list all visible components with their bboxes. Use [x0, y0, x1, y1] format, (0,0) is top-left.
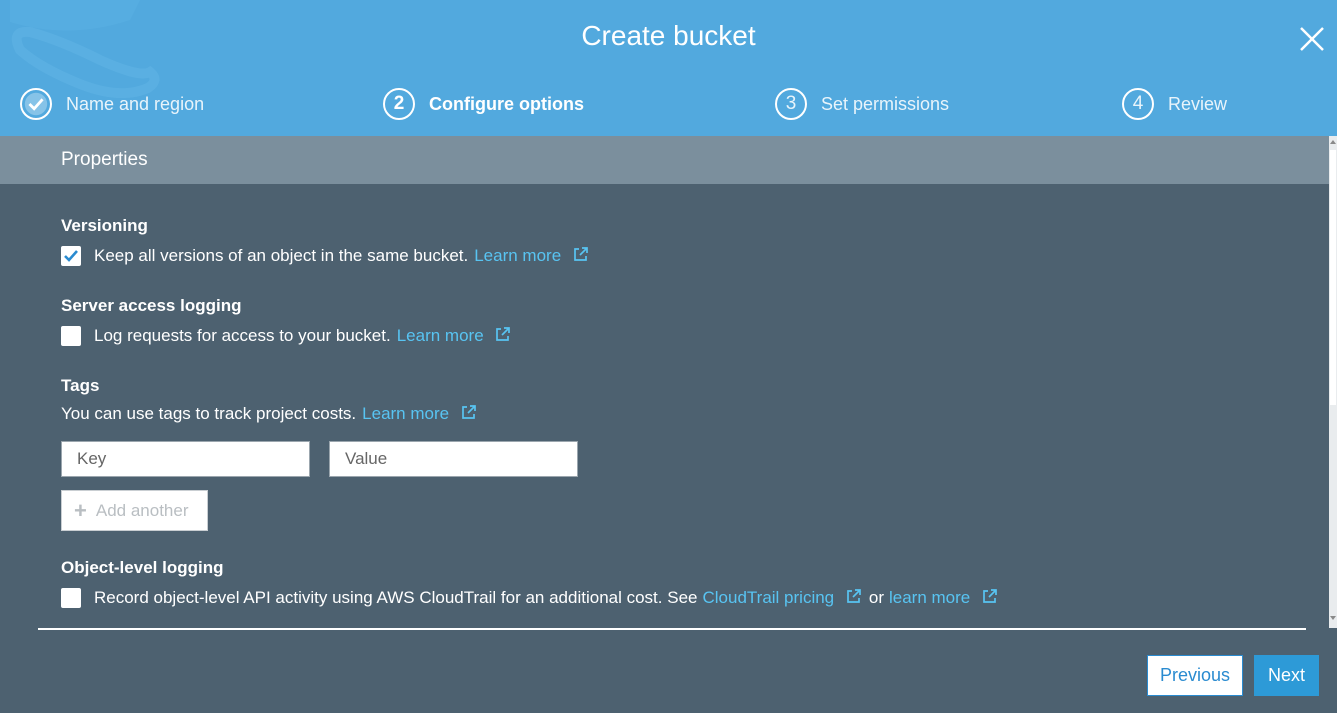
external-link-icon — [847, 589, 861, 603]
object-logging-text: Record object-level API activity using A… — [94, 588, 698, 607]
cloudtrail-pricing-link[interactable]: CloudTrail pricing — [702, 588, 861, 608]
step-label: Configure options — [429, 93, 584, 114]
object-logging-row: Record object-level API activity using A… — [61, 588, 998, 608]
tag-value-input[interactable] — [329, 441, 578, 477]
external-link-icon — [983, 589, 997, 603]
object-logging-checkbox[interactable] — [61, 588, 81, 608]
step-label: Name and region — [66, 93, 205, 114]
versioning-row: Keep all versions of an object in the sa… — [61, 246, 589, 266]
external-link-icon — [461, 405, 476, 419]
previous-button[interactable]: Previous — [1147, 655, 1243, 696]
step-number: 4 — [1122, 88, 1154, 120]
step-number: 3 — [775, 88, 807, 120]
next-button[interactable]: Next — [1254, 655, 1319, 696]
tags-text: You can use tags to track project costs. — [61, 404, 357, 423]
properties-heading: Properties — [61, 149, 148, 170]
scrollbar-thumb[interactable] — [1330, 150, 1336, 405]
step-configure-options[interactable]: 2 Configure options — [383, 87, 584, 121]
properties-header: Properties — [0, 136, 1329, 184]
check-circle-icon — [20, 88, 52, 120]
logging-text: Log requests for access to your bucket. — [94, 326, 391, 345]
checkmark-icon — [64, 250, 78, 262]
step-name-and-region[interactable]: Name and region — [20, 87, 204, 121]
scroll-up-icon[interactable] — [1330, 140, 1336, 144]
object-logging-learn-more-link[interactable]: learn more — [889, 588, 998, 608]
wizard-header: Create bucket Name and region 2 Configur… — [0, 0, 1337, 136]
connector-text: or — [868, 588, 884, 607]
tags-title: Tags — [61, 376, 100, 395]
step-set-permissions[interactable]: 3 Set permissions — [775, 87, 949, 121]
versioning-text: Keep all versions of an object in the sa… — [94, 246, 469, 265]
object-logging-title: Object-level logging — [61, 558, 224, 577]
tags-description-row: You can use tags to track project costs.… — [61, 404, 477, 424]
add-another-tag-button[interactable]: + Add another — [61, 490, 208, 531]
step-label: Review — [1168, 93, 1228, 114]
step-number: 2 — [383, 88, 415, 120]
versioning-checkbox[interactable] — [61, 246, 81, 266]
step-label: Set permissions — [821, 93, 950, 114]
step-review[interactable]: 4 Review — [1122, 87, 1227, 121]
external-link-icon — [574, 247, 588, 261]
page-title: Create bucket — [581, 20, 756, 51]
tag-key-input[interactable] — [61, 441, 310, 477]
logging-row: Log requests for access to your bucket. … — [61, 326, 511, 346]
logging-checkbox[interactable] — [61, 326, 81, 346]
scroll-down-icon[interactable] — [1330, 616, 1336, 620]
logging-title: Server access logging — [61, 296, 242, 315]
logging-learn-more-link[interactable]: Learn more — [397, 326, 512, 346]
versioning-learn-more-link[interactable]: Learn more — [474, 246, 589, 266]
scrollbar[interactable] — [1329, 136, 1337, 628]
versioning-title: Versioning — [61, 216, 148, 235]
close-icon[interactable] — [1298, 25, 1326, 53]
add-another-label: Add another — [95, 500, 189, 520]
divider — [38, 628, 1306, 630]
external-link-icon — [496, 327, 511, 341]
plus-icon: + — [74, 497, 87, 523]
tags-learn-more-link[interactable]: Learn more — [362, 404, 477, 424]
